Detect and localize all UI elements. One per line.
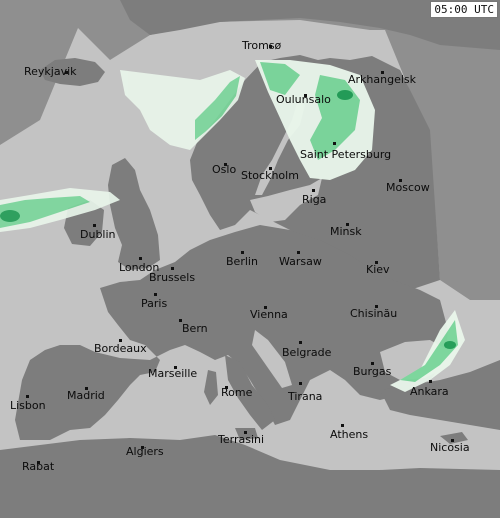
city-label-vienna: Vienna xyxy=(250,308,288,321)
city-marker-ankara xyxy=(429,380,432,383)
city-label-minsk: Minsk xyxy=(330,225,362,238)
city-label-dublin: Dublin xyxy=(80,228,116,241)
city-marker-london xyxy=(139,257,142,260)
city-label-paris: Paris xyxy=(141,297,168,310)
city-label-algiers: Algiers xyxy=(126,445,164,458)
weather-radar-map[interactable]: Tromsø Reykjavik Arkhangelsk Oulunsalo Oslo S… xyxy=(0,0,500,518)
city-marker-st-petersburg xyxy=(333,142,336,145)
city-marker-berlin xyxy=(241,251,244,254)
city-marker-tirana xyxy=(299,382,302,385)
city-label-chisinau: Chisinău xyxy=(350,307,398,320)
city-marker-warsaw xyxy=(297,251,300,254)
city-label-oulu: Oulunsalo xyxy=(276,93,331,106)
city-marker-dublin xyxy=(93,224,96,227)
city-label-burgas: Burgas xyxy=(353,365,392,378)
city-label-ankara: Ankara xyxy=(410,385,449,398)
city-marker-lisbon xyxy=(26,395,29,398)
city-marker-paris xyxy=(154,293,157,296)
city-label-riga: Riga xyxy=(302,193,327,206)
city-label-rome: Rome xyxy=(221,386,253,399)
city-label-bordeaux: Bordeaux xyxy=(94,342,147,355)
city-label-stockholm: Stockholm xyxy=(241,169,299,182)
city-label-lisbon: Lisbon xyxy=(10,399,46,412)
city-label-kiev: Kiev xyxy=(366,263,390,276)
city-label-tromso: Tromsø xyxy=(242,39,282,52)
city-marker-brussels xyxy=(171,267,174,270)
timestamp: 05:00 UTC xyxy=(430,1,498,18)
city-marker-athens xyxy=(341,424,344,427)
city-label-reykjavik: Reykjavik xyxy=(24,65,77,78)
city-marker-belgrade xyxy=(299,341,302,344)
city-label-athens: Athens xyxy=(330,428,369,441)
city-label-rabat: Rabat xyxy=(22,460,55,473)
city-marker-riga xyxy=(312,189,315,192)
city-label-arkhangelsk: Arkhangelsk xyxy=(348,73,417,86)
city-label-warsaw: Warsaw xyxy=(279,255,322,268)
city-label-marseille: Marseille xyxy=(148,367,198,380)
city-label-oslo: Oslo xyxy=(212,163,237,176)
city-label-tirana: Tirana xyxy=(288,390,323,403)
city-label-berlin: Berlin xyxy=(226,255,258,268)
city-label-madrid: Madrid xyxy=(67,389,105,402)
city-label-brussels: Brussels xyxy=(149,271,196,284)
city-label-bern: Bern xyxy=(182,322,208,335)
city-label-nicosia: Nicosia xyxy=(430,441,470,454)
city-label-terrasini: Terrasini xyxy=(218,433,265,446)
city-label-belgrade: Belgrade xyxy=(282,346,332,359)
city-label-moscow: Moscow xyxy=(386,181,430,194)
city-label-st-petersburg: Saint Petersburg xyxy=(300,148,392,161)
